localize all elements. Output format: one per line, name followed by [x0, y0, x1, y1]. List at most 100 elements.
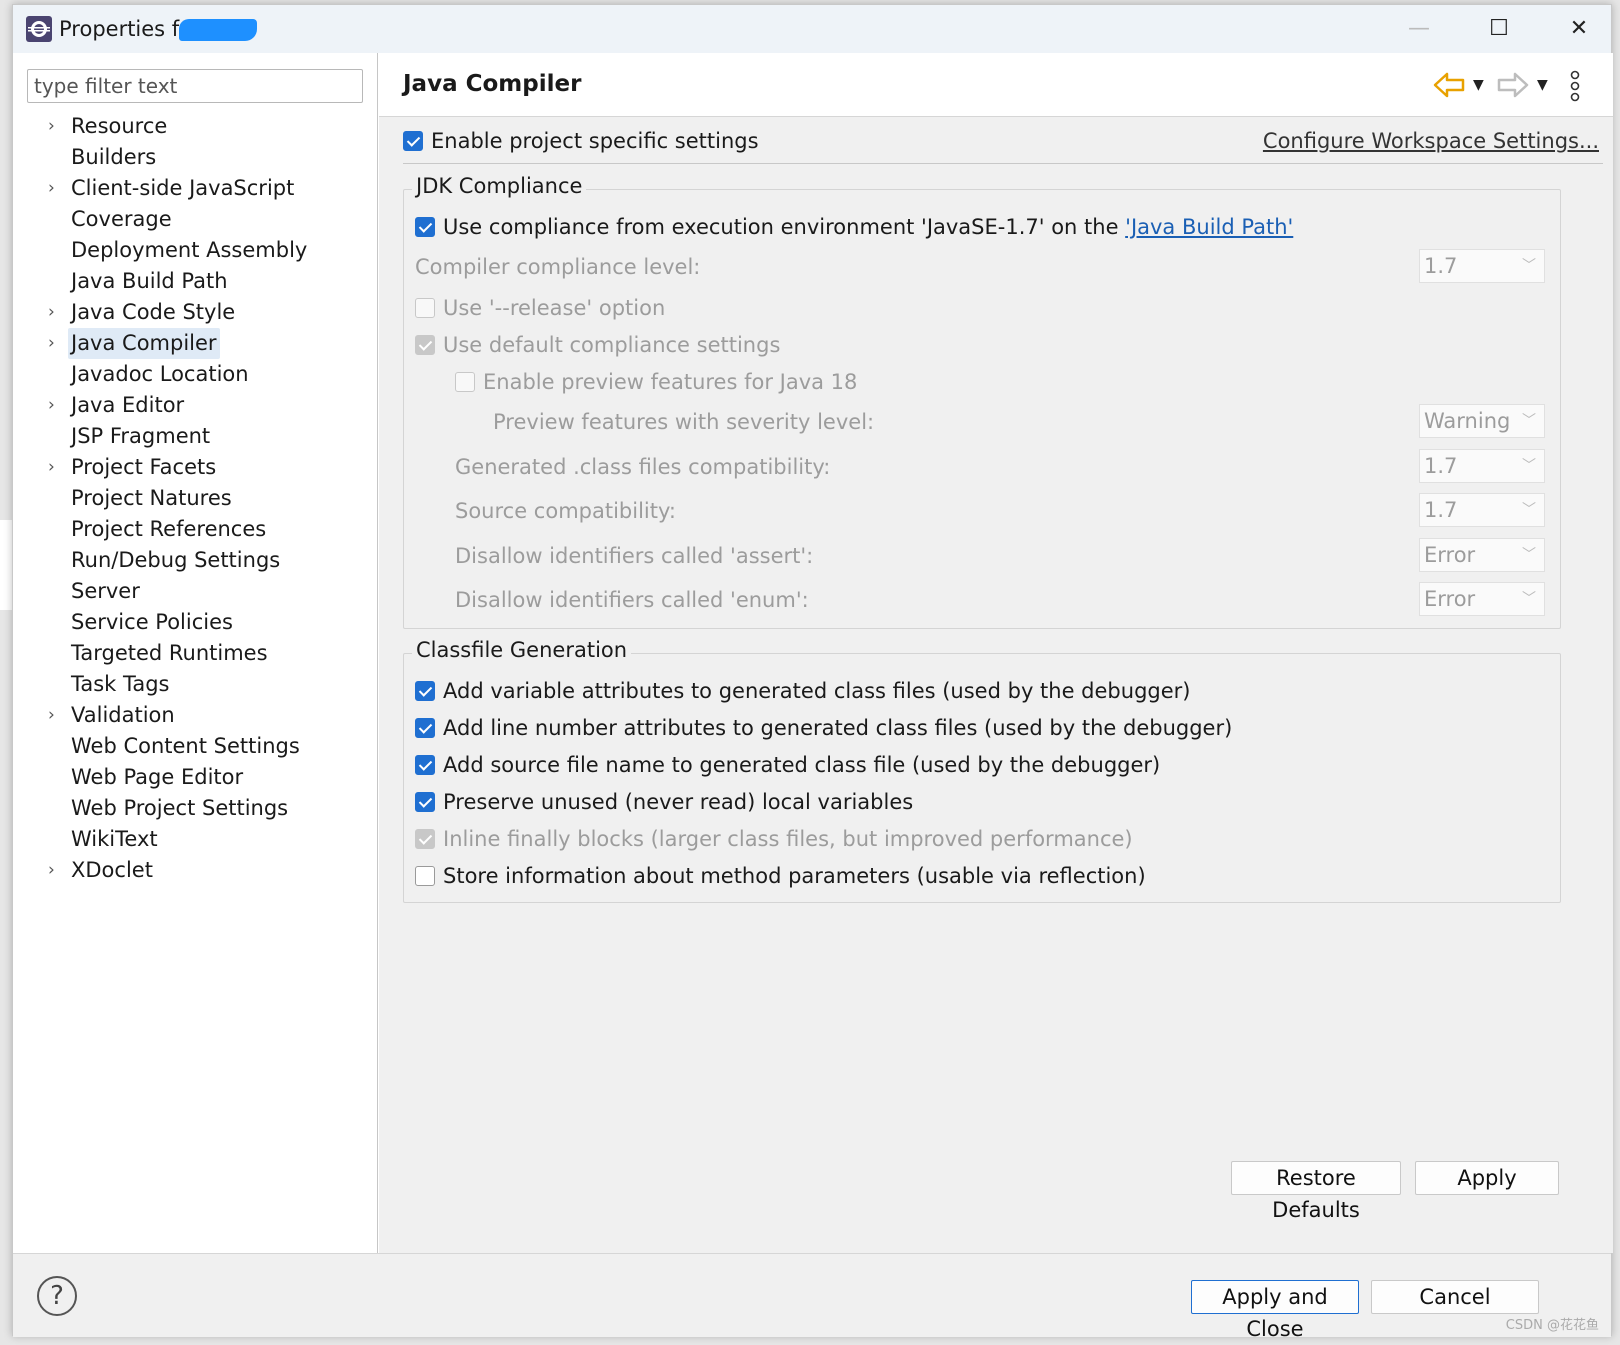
sidebar-item[interactable]: › Java Editor	[13, 390, 373, 421]
variable-attrs-checkbox[interactable]	[415, 681, 435, 701]
close-button[interactable]: ✕	[1549, 11, 1609, 47]
sidebar-item[interactable]: › XDoclet	[13, 855, 373, 886]
source-file-name-row[interactable]: Add source file name to generated class …	[415, 753, 1160, 777]
sidebar-item[interactable]: › Resource	[13, 111, 373, 142]
chevron-down-icon: ﹀	[1522, 413, 1536, 429]
title-bar: Properties for — ☐ ✕	[13, 5, 1611, 53]
release-option-checkbox[interactable]	[415, 298, 435, 318]
chevron-down-icon: ﹀	[1522, 591, 1536, 607]
sidebar-item[interactable]: Deployment Assembly	[13, 235, 373, 266]
help-icon[interactable]: ?	[37, 1276, 77, 1316]
back-arrow-icon[interactable]	[1433, 71, 1465, 99]
redacted-project-name	[179, 19, 257, 41]
generated-compat-select[interactable]: 1.7 ﹀	[1419, 449, 1545, 483]
apply-and-close-button[interactable]: Apply and Close	[1191, 1280, 1359, 1341]
chevron-right-icon[interactable]: ›	[48, 173, 55, 204]
sidebar-item[interactable]: Javadoc Location	[13, 359, 373, 390]
apply-button[interactable]: Apply	[1415, 1161, 1559, 1195]
chevron-right-icon[interactable]: ›	[48, 700, 55, 731]
enable-project-specific-row[interactable]: Enable project specific settings	[403, 129, 759, 153]
enable-preview-checkbox[interactable]	[455, 372, 475, 392]
sidebar-item[interactable]: › Java Compiler	[13, 328, 373, 359]
enable-project-specific-label: Enable project specific settings	[431, 129, 759, 153]
properties-dialog: Properties for — ☐ ✕ › Resource Builders › C…	[12, 4, 1613, 1341]
source-compat-select[interactable]: 1.7 ﹀	[1419, 493, 1545, 527]
dialog-footer: ? Apply and Close Cancel CSDN @花花鱼	[13, 1253, 1611, 1341]
default-compliance-row[interactable]: Use default compliance settings	[415, 333, 780, 357]
sidebar-item[interactable]: Project Natures	[13, 483, 373, 514]
sidebar-item[interactable]: Java Build Path	[13, 266, 373, 297]
use-compliance-row[interactable]: Use compliance from execution environmen…	[415, 215, 1293, 239]
use-compliance-checkbox[interactable]	[415, 217, 435, 237]
chevron-right-icon[interactable]: ›	[48, 111, 55, 142]
minimize-button[interactable]: —	[1389, 11, 1449, 47]
sidebar-item-label: WikiText	[71, 827, 158, 851]
sidebar-item-label: Project References	[71, 517, 267, 541]
sidebar-item[interactable]: Run/Debug Settings	[13, 545, 373, 576]
forward-arrow-icon[interactable]	[1497, 71, 1529, 99]
content-header: Java Compiler ▼ ▼	[379, 53, 1613, 117]
sidebar-item[interactable]: Coverage	[13, 204, 373, 235]
preserve-unused-checkbox[interactable]	[415, 792, 435, 812]
chevron-down-icon: ﹀	[1522, 502, 1536, 518]
sidebar-item[interactable]: Web Page Editor	[13, 762, 373, 793]
store-method-params-row[interactable]: Store information about method parameter…	[415, 864, 1146, 888]
sidebar-item[interactable]: Service Policies	[13, 607, 373, 638]
sidebar-item-label: Validation	[71, 703, 175, 727]
compliance-level-value: 1.7	[1424, 254, 1458, 278]
restore-defaults-button[interactable]: Restore Defaults	[1231, 1161, 1401, 1222]
sidebar-item[interactable]: Web Project Settings	[13, 793, 373, 824]
default-compliance-checkbox[interactable]	[415, 335, 435, 355]
sidebar-item[interactable]: Task Tags	[13, 669, 373, 700]
sidebar-item[interactable]: JSP Fragment	[13, 421, 373, 452]
preserve-unused-row[interactable]: Preserve unused (never read) local varia…	[415, 790, 913, 814]
chevron-right-icon[interactable]: ›	[48, 390, 55, 421]
maximize-button[interactable]: ☐	[1469, 11, 1529, 47]
source-file-name-checkbox[interactable]	[415, 755, 435, 775]
chevron-right-icon[interactable]: ›	[48, 297, 55, 328]
source-file-name-label: Add source file name to generated class …	[443, 753, 1161, 777]
page-title: Java Compiler	[403, 71, 582, 97]
chevron-right-icon[interactable]: ›	[48, 452, 55, 483]
sidebar-item[interactable]: Web Content Settings	[13, 731, 373, 762]
inline-finally-checkbox[interactable]	[415, 829, 435, 849]
sidebar-item[interactable]: Server	[13, 576, 373, 607]
dialog-body: › Resource Builders › Client-side JavaScript…	[13, 53, 1613, 1253]
sidebar-item[interactable]: WikiText	[13, 824, 373, 855]
cancel-button[interactable]: Cancel	[1371, 1280, 1539, 1314]
enable-project-specific-checkbox[interactable]	[403, 131, 423, 151]
inline-finally-row[interactable]: Inline finally blocks (larger class file…	[415, 827, 1133, 851]
sidebar-item-label: Builders	[71, 145, 157, 169]
java-build-path-link[interactable]: 'Java Build Path'	[1125, 215, 1293, 239]
sidebar-item[interactable]: Project References	[13, 514, 373, 545]
view-menu-icon[interactable]	[1567, 69, 1583, 103]
sidebar-item[interactable]: Targeted Runtimes	[13, 638, 373, 669]
release-option-row[interactable]: Use '--release' option	[415, 296, 665, 320]
preview-severity-select[interactable]: Warning ﹀	[1419, 404, 1545, 438]
sidebar-item[interactable]: › Project Facets	[13, 452, 373, 483]
compliance-level-select[interactable]: 1.7 ﹀	[1419, 249, 1545, 283]
filter-input[interactable]	[27, 69, 363, 103]
back-dropdown-icon[interactable]: ▼	[1473, 67, 1484, 103]
line-number-attrs-checkbox[interactable]	[415, 718, 435, 738]
line-number-attrs-row[interactable]: Add line number attributes to generated …	[415, 716, 1232, 740]
store-method-params-checkbox[interactable]	[415, 866, 435, 886]
enable-preview-row[interactable]: Enable preview features for Java 18	[455, 370, 857, 394]
sidebar-item[interactable]: Builders	[13, 142, 373, 173]
nav-toolbar: ▼ ▼	[1433, 67, 1603, 103]
variable-attrs-row[interactable]: Add variable attributes to generated cla…	[415, 679, 1190, 703]
disallow-assert-value: Error	[1424, 543, 1476, 567]
sidebar-item-label: Service Policies	[71, 610, 233, 634]
forward-dropdown-icon[interactable]: ▼	[1537, 67, 1548, 103]
sidebar-item[interactable]: › Client-side JavaScript	[13, 173, 373, 204]
disallow-enum-select[interactable]: Error ﹀	[1419, 582, 1545, 616]
sidebar-item-label: Run/Debug Settings	[71, 548, 281, 572]
chevron-right-icon[interactable]: ›	[48, 328, 55, 359]
chevron-right-icon[interactable]: ›	[48, 855, 55, 886]
sidebar-item[interactable]: › Validation	[13, 700, 373, 731]
disallow-assert-select[interactable]: Error ﹀	[1419, 538, 1545, 572]
inline-finally-label: Inline finally blocks (larger class file…	[443, 827, 1133, 851]
configure-workspace-link[interactable]: Configure Workspace Settings...	[1263, 129, 1599, 153]
disallow-enum-value: Error	[1424, 587, 1476, 611]
sidebar-item[interactable]: › Java Code Style	[13, 297, 373, 328]
